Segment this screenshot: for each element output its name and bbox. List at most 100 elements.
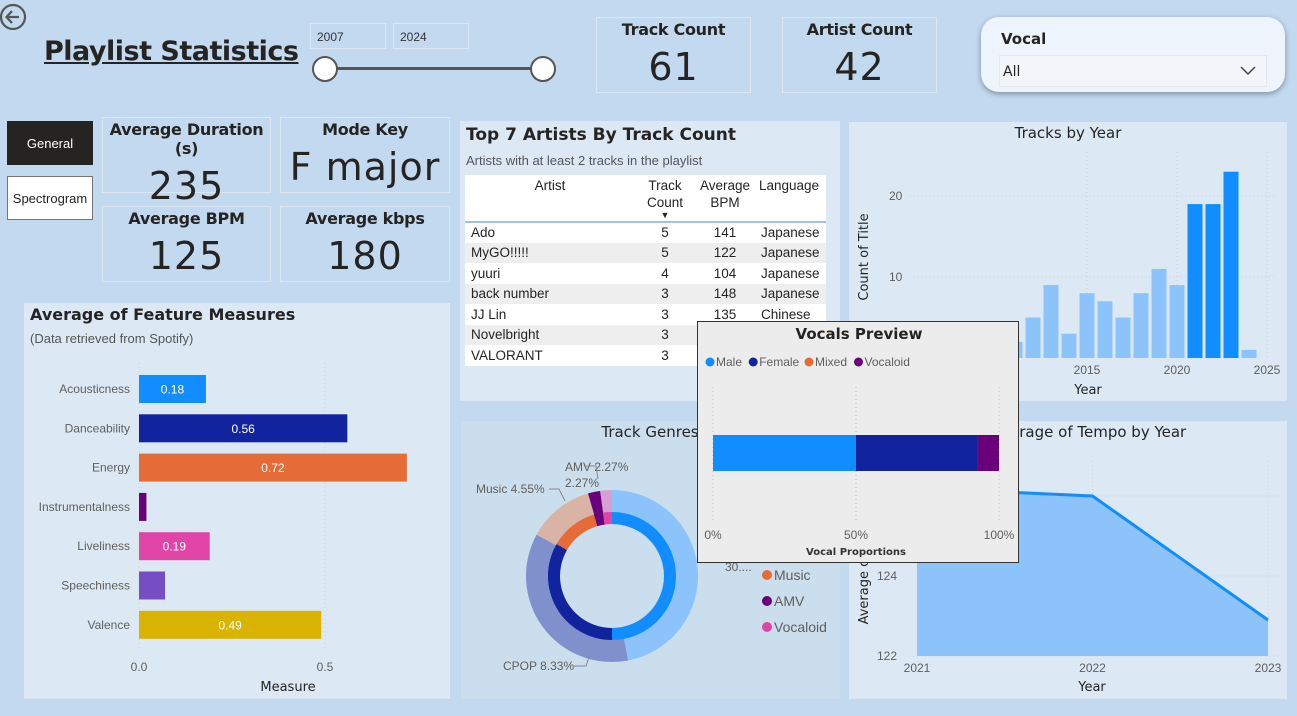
avg-bpm-label: Average BPM <box>128 209 245 228</box>
year-bar <box>1043 285 1059 358</box>
x-tick-label: 0.0 <box>131 660 148 674</box>
legend-marker <box>854 357 863 367</box>
cell-track-count: 3 <box>661 347 669 363</box>
year-bar <box>1115 317 1131 358</box>
avg-bpm-value: 125 <box>148 234 225 278</box>
x-tick-label: 0.5 <box>317 660 334 674</box>
year-bar <box>1151 268 1167 358</box>
column-header-language[interactable]: Language <box>755 175 826 222</box>
year-slider-start-handle[interactable] <box>312 56 338 82</box>
x-tick-label: 2020 <box>1164 363 1191 377</box>
avg-duration-label: Average Duration (s) <box>109 120 264 158</box>
track-count-card: Track Count 61 <box>596 17 751 93</box>
chevron-down-icon <box>1240 66 1256 76</box>
y-category-label: Liveliness <box>77 539 130 553</box>
back-button[interactable] <box>0 2 28 31</box>
artist-count-value: 42 <box>834 45 885 89</box>
x-tick-label: 2025 <box>1254 363 1281 377</box>
cell-artist: Ado <box>471 225 496 241</box>
year-end-input[interactable]: 2024 <box>393 23 469 49</box>
genre-outer-slice <box>526 534 629 662</box>
avg-kbps-label: Average kbps <box>305 209 425 228</box>
vocal-filter-value: All <box>1003 64 1021 80</box>
leader-line <box>549 488 566 502</box>
avg-duration-card: Average Duration (s) 235 <box>102 117 271 208</box>
cell-language: Japanese <box>761 286 820 302</box>
chart-title: Average of Tempo by Year <box>992 423 1187 441</box>
legend-marker <box>705 357 715 367</box>
x-axis-title: Vocal Proportions <box>806 547 906 558</box>
cell-language: Japanese <box>761 245 820 261</box>
cell-artist: VALORANT <box>471 347 543 363</box>
feature-bar <box>139 571 166 600</box>
year-bar <box>1133 293 1149 358</box>
tooltip-title: Vocals Preview <box>796 325 923 343</box>
x-axis-title: Measure <box>260 680 315 695</box>
legend-label: Female <box>759 355 799 369</box>
cell-track-count: 3 <box>661 306 669 322</box>
cell-artist: yuuri <box>471 265 501 281</box>
feature-chart: 0.0 0.5 Acousticness 0.18 Danceability 0.56 En… <box>39 363 407 695</box>
bar-data-label: 0.19 <box>163 540 187 554</box>
year-bar <box>1223 171 1239 358</box>
y-category-label: Instrumentalness <box>39 500 130 514</box>
column-header-track-count-label: Track Count <box>646 178 684 210</box>
vocal-filter-dropdown[interactable]: All <box>999 55 1267 87</box>
column-header-average-bpm[interactable]: Average BPM <box>695 175 755 222</box>
legend-label: Male <box>716 355 742 369</box>
vocal-segment <box>713 435 856 471</box>
year-bar <box>1187 204 1203 358</box>
year-start-input[interactable]: 2007 <box>310 23 386 49</box>
legend-label: Music <box>774 567 811 583</box>
cell-artist: Novelbright <box>471 327 540 343</box>
mode-key-value: F major <box>289 145 441 189</box>
cell-language: Japanese <box>761 265 820 281</box>
legend-marker <box>762 596 772 606</box>
y-tick-label: 124 <box>877 569 897 583</box>
mode-key-card: Mode Key F major <box>280 117 450 193</box>
year-slider-end-handle[interactable] <box>530 56 556 82</box>
vocals-preview-tooltip: Vocals Preview Male Female Mixed Vocaloid 0% 5… <box>697 321 1019 563</box>
table-row[interactable]: MyGO!!!!! 5 122 Japanese <box>465 242 826 263</box>
year-slider-track[interactable] <box>325 67 544 70</box>
artists-table-subtitle: Artists with at least 2 tracks in the pl… <box>466 153 703 168</box>
x-tick-label: 0% <box>704 528 722 542</box>
cell-track-count: 4 <box>661 265 669 281</box>
column-header-artist[interactable]: Artist <box>465 175 635 222</box>
y-axis-title: Count of Title <box>857 213 872 300</box>
x-axis-title: Year <box>1073 383 1102 398</box>
feature-measures-panel: Average of Feature Measures (Data retrie… <box>24 303 450 699</box>
year-bar <box>1025 317 1041 358</box>
vocals-preview-chart: Vocals Preview Male Female Mixed Vocaloid 0% 5… <box>704 325 1014 558</box>
sort-descending-icon: ▼ <box>660 210 670 220</box>
genre-data-label: Music 4.55% <box>476 482 545 496</box>
bar-data-label: 0.49 <box>218 618 242 632</box>
y-tick-label: 10 <box>889 270 903 284</box>
feature-bar <box>139 492 147 521</box>
y-category-label: Speechiness <box>61 579 130 593</box>
cell-track-count: 5 <box>661 245 669 261</box>
page-title: Playlist Statistics <box>44 36 299 67</box>
table-row[interactable]: yuuri 4 104 Japanese <box>465 263 826 284</box>
general-button[interactable]: General <box>7 121 93 165</box>
cell-track-count: 3 <box>661 286 669 302</box>
table-row[interactable]: Ado 5 141 Japanese <box>465 222 826 243</box>
avg-kbps-value: 180 <box>327 234 403 278</box>
year-bar <box>1079 293 1095 358</box>
cell-average-bpm: 141 <box>713 225 737 241</box>
x-tick-label: 2023 <box>1255 661 1282 675</box>
bar-data-label: 0.18 <box>161 383 185 397</box>
avg-kbps-card: Average kbps 180 <box>280 206 450 282</box>
y-category-label: Danceability <box>65 421 130 435</box>
legend-marker <box>748 357 758 367</box>
spectrogram-button[interactable]: Spectrogram <box>7 176 93 220</box>
y-tick-label: 20 <box>889 189 903 203</box>
artist-count-label: Artist Count <box>806 20 913 39</box>
cell-artist: back number <box>471 286 550 302</box>
cell-average-bpm: 104 <box>713 265 737 281</box>
vocal-segment <box>977 435 999 471</box>
column-header-track-count[interactable]: Track Count ▼ <box>635 175 695 222</box>
bar-data-label: 0.56 <box>231 422 255 436</box>
cell-artist: MyGO!!!!! <box>471 245 529 261</box>
table-row[interactable]: back number 3 148 Japanese <box>465 283 826 304</box>
